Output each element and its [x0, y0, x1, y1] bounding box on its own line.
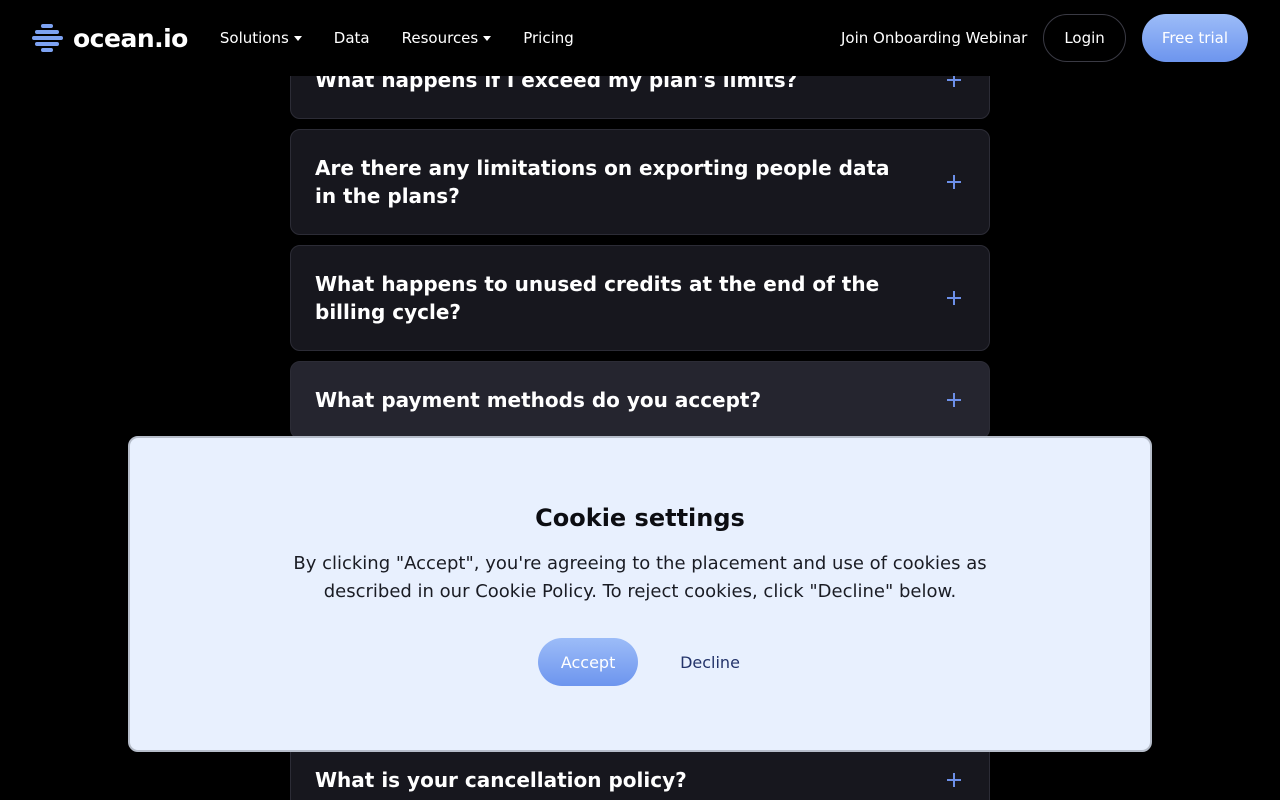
nav-item-resources[interactable]: Resources	[402, 29, 492, 47]
login-button[interactable]: Login	[1043, 14, 1126, 62]
logo[interactable]: ocean.io	[32, 24, 188, 53]
faq-question: Are there any limitations on exporting p…	[315, 156, 890, 208]
nav-label: Solutions	[219, 29, 289, 47]
caret-down-icon	[483, 35, 492, 41]
faq-item[interactable]: What payment methods do you accept?	[290, 361, 990, 439]
plus-icon[interactable]	[943, 287, 965, 309]
nav-label: Pricing	[523, 29, 574, 47]
cookie-settings-dialog: Cookie settings By clicking "Accept", yo…	[128, 436, 1152, 752]
nav-item-data[interactable]: Data	[334, 29, 370, 47]
site-header: ocean.io Solutions Data Resources Pricin…	[0, 0, 1280, 76]
faq-question: What payment methods do you accept?	[315, 388, 762, 412]
header-actions: Join Onboarding Webinar Login Free trial	[841, 14, 1248, 62]
plus-icon[interactable]	[943, 389, 965, 411]
free-trial-button[interactable]: Free trial	[1141, 14, 1248, 62]
faq-question: What happens to unused credits at the en…	[315, 272, 880, 324]
nav-item-pricing[interactable]: Pricing	[523, 29, 574, 47]
decline-button[interactable]: Decline	[678, 653, 742, 672]
cookie-description: By clicking "Accept", you're agreeing to…	[293, 553, 987, 602]
nav-item-solutions[interactable]: Solutions	[220, 29, 302, 47]
faq-question: What is your cancellation policy?	[315, 768, 687, 792]
faq-item[interactable]: Are there any limitations on exporting p…	[290, 129, 990, 235]
nav-label: Data	[333, 29, 370, 47]
faq-item[interactable]: What happens to unused credits at the en…	[290, 245, 990, 351]
main-nav: Solutions Data Resources Pricing	[220, 29, 574, 47]
logo-text: ocean.io	[73, 23, 188, 53]
cookie-actions: Accept Decline	[130, 638, 1150, 686]
ocean-logo-icon	[32, 24, 63, 52]
plus-icon[interactable]	[943, 171, 965, 193]
cookie-title: Cookie settings	[535, 504, 745, 532]
plus-icon[interactable]	[943, 769, 965, 791]
webinar-link[interactable]: Join Onboarding Webinar	[841, 29, 1027, 47]
accept-button[interactable]: Accept	[538, 638, 639, 686]
caret-down-icon	[293, 35, 302, 41]
nav-label: Resources	[401, 29, 479, 47]
